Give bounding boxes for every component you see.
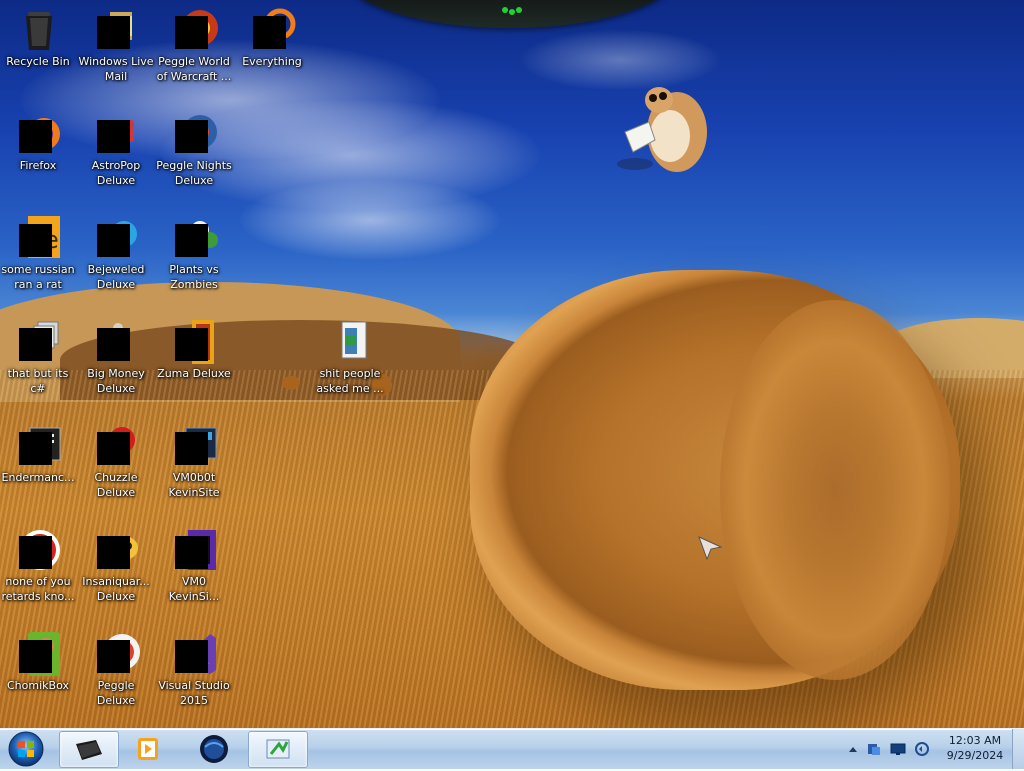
desktop-icon-peggle-wow[interactable]: Peggle World of Warcraft ... [156,6,232,84]
desktop-icon-label: Zuma Deluxe [157,367,231,380]
desktop-icon-label: Plants vs Zombies [169,263,219,291]
desktop-icon-label: VM0 KevinSi... [168,575,220,603]
desktop-icon-label: some russian ran a rat [1,263,75,291]
desktop-icon-label: Peggle Deluxe [96,679,136,707]
game-icon [92,214,140,262]
desktop-icon-windows-live-mail[interactable]: Windows Live Mail [78,6,154,84]
desktop-icon-insaniquarium[interactable]: Insaniquar... Deluxe [78,526,154,604]
desktop-icon-astropop[interactable]: AstroPop Deluxe [78,110,154,188]
game-icon [170,6,218,54]
desktop-icon-recycle-bin[interactable]: Recycle Bin [0,6,76,69]
app-icon [14,422,62,470]
desktop-icon-chomikbox[interactable]: ChomikBox [0,630,76,693]
search-icon [248,6,296,54]
mouse-cursor-icon [698,536,723,561]
monitor-icon[interactable] [890,741,906,757]
indicator-light [502,7,522,15]
game-icon [170,318,218,366]
desktop-icon-label: Bejeweled Deluxe [87,263,145,291]
recycle-bin-icon [14,6,62,54]
desktop-icon-firefox[interactable]: Firefox [0,110,76,173]
desktop-icon-label: ChomikBox [7,679,69,692]
app-icon [170,526,218,574]
game-icon [92,422,140,470]
desktop-icon-label: Big Money Deluxe [87,367,145,395]
clock-date: 9/29/2024 [946,749,1004,762]
game-icon [92,110,140,158]
game-icon [92,318,140,366]
desktop-icon-label: Insaniquar... Deluxe [82,575,150,603]
show-desktop-button[interactable] [1012,729,1024,769]
desktop-icon-endermanc[interactable]: Endermanc... [0,422,76,485]
taskbar: 12:03 AM 9/29/2024 [0,728,1024,769]
desktop-icon-label: VM0b0t KevinSite [168,471,220,499]
app-icon [14,526,62,574]
desktop-icon-label: AstroPop Deluxe [91,159,141,187]
desktop-icon-shit-people-asked[interactable]: shit people asked me ... [312,318,388,396]
visual-studio-icon [170,630,218,678]
desktop-icon-label: shit people asked me ... [316,367,384,395]
desktop-icon-bejeweled[interactable]: Bejeweled Deluxe [78,214,154,292]
app-icon [14,318,62,366]
game-icon [170,214,218,262]
app-icon [266,739,290,759]
clock-time: 12:03 AM [948,734,1002,747]
mail-icon [92,6,140,54]
desktop-icon-everything[interactable]: Everything [234,6,310,69]
app-icon [14,630,62,678]
desktop-icon-some-russian[interactable]: e some russian ran a rat [0,214,76,292]
desktop-icon-none-of-you[interactable]: none of you retards kno... [0,526,76,604]
desktop-icon-chuzzle[interactable]: Chuzzle Deluxe [78,422,154,500]
desktop-icon-visual-studio[interactable]: Visual Studio 2015 [156,630,232,708]
desktop-icon-zuma[interactable]: Zuma Deluxe [156,318,232,381]
game-icon [92,526,140,574]
globe-icon [200,735,228,763]
desktop-icon-label: Peggle Nights Deluxe [156,159,232,187]
taskbar-button-file-explorer[interactable] [59,731,119,768]
desktop-icon-label: Everything [242,55,302,68]
show-hidden-icons-chevron-icon[interactable] [845,741,861,757]
desktop-icon-vm0b0t-kevinsite[interactable]: VM0b0t KevinSite [156,422,232,500]
hamster-desktop-pet[interactable] [615,74,715,179]
app-icon [170,422,218,470]
taskbar-button-active-app[interactable] [248,731,308,768]
desktop-icon-label: Windows Live Mail [78,55,154,83]
desktop-icon-peggle-deluxe[interactable]: Peggle Deluxe [78,630,154,708]
start-button[interactable] [4,730,48,768]
desktop-icon-pvz[interactable]: Plants vs Zombies [156,214,232,292]
firefox-icon [14,110,62,158]
desktop-icon-big-money[interactable]: Big Money Deluxe [78,318,154,396]
desktop-icon-vm0-kevinsi[interactable]: VM0 KevinSi... [156,526,232,604]
taskbar-button-media-player[interactable] [122,731,180,766]
game-icon [92,630,140,678]
desktop-icon-label: Recycle Bin [6,55,70,68]
desktop-icon-peggle-nights[interactable]: Peggle Nights Deluxe [156,110,232,188]
media-player-icon [138,738,158,760]
desktop-icon-label: Peggle World of Warcraft ... [156,55,232,83]
windows-orb-icon [8,731,44,767]
desktop-icon-that-but-its-csharp[interactable]: that but its c# [0,318,76,396]
desktop-icon-label: none of you retards kno... [1,575,75,603]
desktop-icon-label: that but its c# [7,367,69,395]
desktop-icon-label: Chuzzle Deluxe [94,471,138,499]
app-icon: e [14,214,62,262]
network-icon[interactable] [866,741,882,757]
volume-icon[interactable] [914,741,930,757]
folder-icon [326,318,374,366]
taskbar-button-browser[interactable] [185,731,243,766]
game-icon [170,110,218,158]
desktop-icon-label: Firefox [19,159,57,172]
folder-icon [76,740,102,760]
system-clock[interactable]: 12:03 AM 9/29/2024 [935,733,1015,763]
desktop-icon-label: Endermanc... [1,471,75,484]
desktop-icon-label: Visual Studio 2015 [158,679,230,707]
